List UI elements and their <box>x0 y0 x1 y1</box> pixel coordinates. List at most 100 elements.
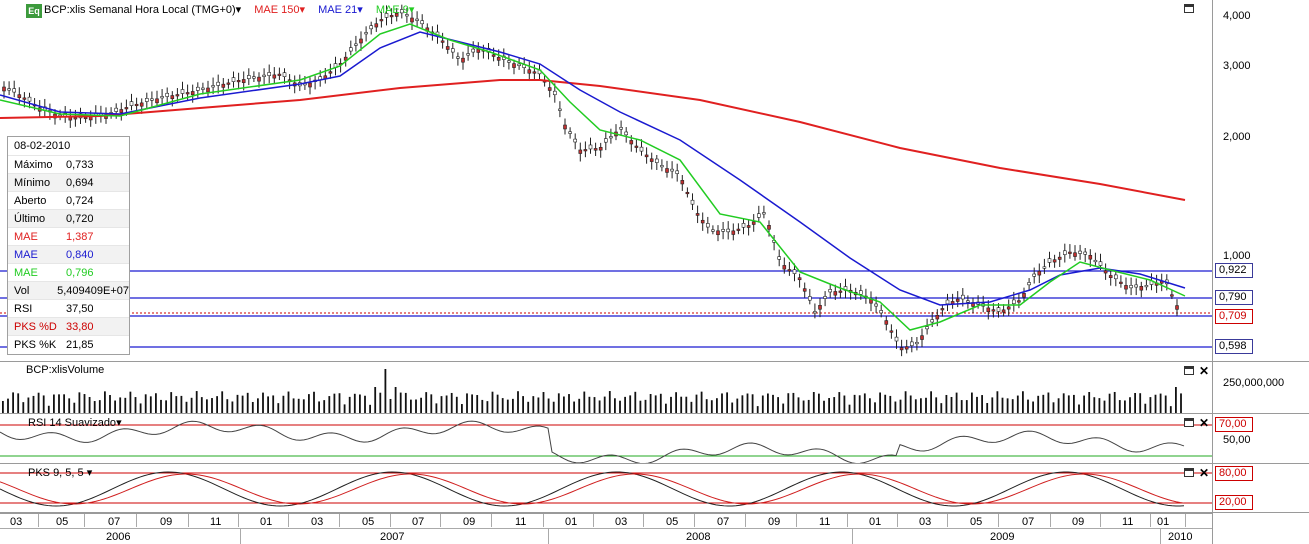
volume-bar <box>547 398 550 413</box>
price-pane-title[interactable]: BCP:xlis Semanal Hora Local (TMG+0)▾ MAE… <box>44 3 414 16</box>
volume-bar <box>506 399 509 413</box>
volume-bar <box>996 391 999 413</box>
candle-body <box>670 168 674 172</box>
price-axis[interactable]: 4,000 3,000 2,000 1,000 0,922 0,790 0,70… <box>1212 0 1309 362</box>
price-line-tag[interactable]: 0,790 <box>1215 290 1253 305</box>
candle-body <box>782 265 787 270</box>
candle-body <box>369 25 374 30</box>
maximize-rsi-pane-icon[interactable] <box>1184 418 1194 427</box>
candle-body <box>874 303 878 307</box>
volume-bar <box>58 394 60 413</box>
candle-body <box>644 154 649 158</box>
volume-bar <box>338 393 341 413</box>
pks-k-line <box>0 471 1185 507</box>
price-chart[interactable] <box>0 0 1212 362</box>
volume-bar <box>930 391 932 413</box>
candle-body <box>889 330 894 333</box>
maximize-pks-pane-icon[interactable] <box>1184 468 1194 477</box>
candle-body <box>950 301 955 305</box>
volume-bar <box>772 394 774 413</box>
volume-bar <box>705 399 708 413</box>
time-axis-month: 01 <box>869 516 882 528</box>
candle-body <box>73 117 78 120</box>
volume-axis-tick: 250,000,000 <box>1223 377 1285 389</box>
rsi-pane[interactable]: RSI 14 Suavizado▾ ✕ <box>0 414 1212 464</box>
volume-bar <box>858 395 861 413</box>
volume-bar <box>1032 401 1034 413</box>
volume-bar <box>68 398 71 413</box>
volume-chart[interactable] <box>0 362 1212 414</box>
close-pks-pane-icon[interactable]: ✕ <box>1199 467 1209 479</box>
pks-pane-title[interactable]: PKS 9, 5, 5 ▾ <box>28 466 92 479</box>
data-window-row: MAE 0,840 <box>8 246 129 264</box>
time-axis[interactable]: 03 05 07 09 11 01 03 05 07 09 11 01 03 05 07 09 11 01 03 05… <box>0 513 1212 544</box>
time-axis-month: 07 <box>108 516 121 528</box>
volume-bar <box>12 392 14 413</box>
volume-bar <box>716 398 718 413</box>
time-axis-tick-mark <box>136 514 137 527</box>
volume-bar <box>160 399 162 413</box>
candle-body <box>236 80 241 83</box>
candle-body <box>282 72 287 77</box>
close-volume-pane-icon[interactable]: ✕ <box>1199 365 1209 377</box>
pks-chart[interactable] <box>0 464 1212 513</box>
candle-body <box>685 191 690 195</box>
candle-body <box>1073 252 1077 257</box>
data-window-value: 0,720 <box>66 213 94 225</box>
data-window-value: 0,694 <box>66 177 94 189</box>
price-line-tag[interactable]: 0,922 <box>1215 263 1253 278</box>
close-rsi-pane-icon[interactable]: ✕ <box>1199 417 1209 429</box>
maximize-price-pane-icon[interactable] <box>1184 4 1194 13</box>
candle-body <box>552 90 557 96</box>
mae9-line <box>0 23 1186 331</box>
volume-pane[interactable]: BCP:xlisVolume ✕ <box>0 362 1212 414</box>
data-window-value: 5,409409E+07 <box>57 285 129 297</box>
time-axis-month: 05 <box>362 516 375 528</box>
volume-bar <box>231 401 234 413</box>
volume-bar <box>1088 392 1091 413</box>
legend-mae21[interactable]: MAE 21▾ <box>318 4 363 16</box>
volume-bar <box>731 402 734 413</box>
candle-body <box>955 298 960 302</box>
candle-body <box>150 98 154 101</box>
candle-body <box>833 291 838 296</box>
volume-pane-title[interactable]: BCP:xlisVolume <box>26 364 104 376</box>
rsi-chart[interactable] <box>0 414 1212 464</box>
price-pane[interactable]: Eq BCP:xlis Semanal Hora Local (TMG+0)▾ … <box>0 0 1212 362</box>
candle-body <box>241 79 246 83</box>
time-axis-tick-mark <box>188 514 189 527</box>
candle-body <box>190 91 195 96</box>
volume-bar <box>134 397 137 413</box>
last-price-tag[interactable]: 0,709 <box>1215 309 1253 324</box>
volume-bar <box>1139 393 1142 413</box>
candle-body <box>119 109 124 113</box>
volume-bar <box>328 396 331 413</box>
pks-pane[interactable]: PKS 9, 5, 5 ▾ ✕ <box>0 464 1212 513</box>
volume-bar <box>353 393 356 413</box>
volume-bar <box>914 399 917 413</box>
volume-bar <box>476 395 479 413</box>
candle-body <box>1052 259 1057 263</box>
volume-bar <box>965 400 968 413</box>
pks-upper-tag: 80,00 <box>1215 466 1253 481</box>
legend-mae9[interactable]: MAE 9▾ <box>376 4 415 16</box>
volume-bar <box>450 392 453 413</box>
volume-bar <box>364 395 366 413</box>
title-dropdown-icon[interactable]: ▾ <box>236 4 242 16</box>
candle-body <box>609 136 613 139</box>
candle-body <box>1114 274 1118 280</box>
volume-bar <box>971 392 973 413</box>
maximize-volume-pane-icon[interactable] <box>1184 366 1194 375</box>
candle-body <box>547 87 552 91</box>
time-axis-tick-mark <box>947 514 948 527</box>
data-window-label: Máximo <box>14 159 53 171</box>
volume-bar <box>542 392 545 413</box>
symbol-title[interactable]: BCP:xlis Semanal Hora Local (TMG+0) <box>44 4 236 16</box>
time-axis-tick-mark <box>339 514 340 527</box>
price-line-tag[interactable]: 0,598 <box>1215 339 1253 354</box>
candle-body <box>1098 261 1103 266</box>
legend-mae150[interactable]: MAE 150▾ <box>254 4 305 16</box>
rsi-pane-title[interactable]: RSI 14 Suavizado▾ <box>28 416 122 429</box>
candle-body <box>996 307 1001 312</box>
pks-d-line <box>0 473 1185 505</box>
